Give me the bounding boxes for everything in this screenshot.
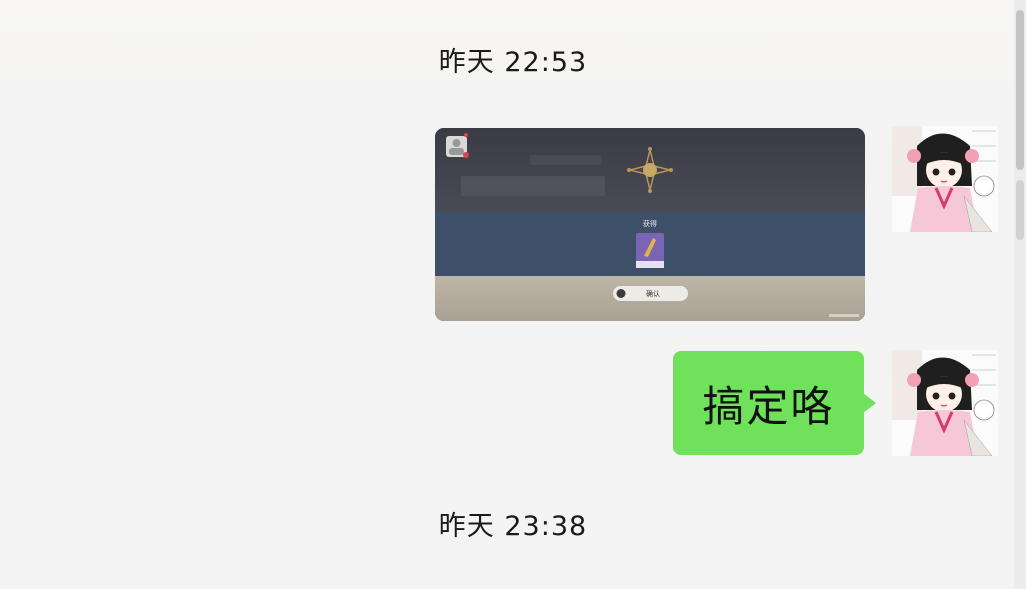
message-timestamp: 昨天 22:53 [438,47,588,78]
text-message-bubble[interactable]: 搞定咯 [673,351,876,455]
scrollbar[interactable] [1014,0,1026,589]
item-caption: 获得 [643,220,657,228]
scrollbar-thumb[interactable] [1016,10,1024,170]
image-message[interactable]: 获得 确认 [435,128,865,321]
message-timestamp: 昨天 23:38 [438,511,588,542]
anime-girl-avatar-icon [892,126,998,232]
game-profile-icon [446,133,469,158]
avatar[interactable] [892,126,998,232]
avatar[interactable] [892,350,998,456]
weapon-card-icon [636,233,664,268]
confirm-button: 确认 [646,290,660,298]
chat-message-area[interactable]: 昨天 22:53 获得 确认 搞定咯 昨天 23:38 [0,0,1014,589]
scrollbar-thumb-secondary [1016,180,1024,240]
anime-girl-avatar-icon [892,350,998,456]
